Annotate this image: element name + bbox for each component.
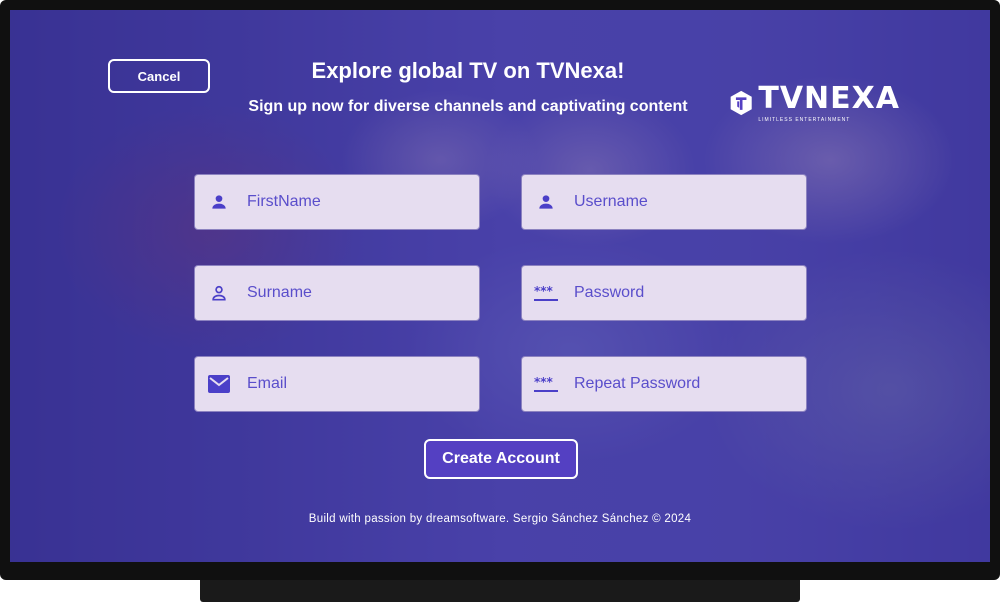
tvnexa-logo-icon — [730, 90, 752, 116]
surname-field[interactable] — [194, 265, 480, 321]
password-icon: *** — [534, 372, 558, 396]
password-icon: *** — [534, 281, 558, 305]
footer-credits: Build with passion by dreamsoftware. Ser… — [308, 513, 692, 525]
surname-input[interactable] — [247, 284, 467, 302]
username-field[interactable] — [521, 174, 807, 230]
person-icon — [534, 190, 558, 214]
page-title: Explore global TV on TVNexa! — [311, 58, 625, 83]
svg-text:***: *** — [534, 375, 554, 389]
mail-icon — [207, 372, 231, 396]
repeat-password-input[interactable] — [574, 375, 794, 393]
tvnexa-logo: TVNEXA LIMITLESS ENTERTAINMENT — [730, 64, 900, 142]
svg-text:***: *** — [534, 284, 554, 298]
page-subtitle: Sign up now for diverse channels and cap… — [248, 98, 688, 115]
person-icon — [207, 190, 231, 214]
email-input[interactable] — [247, 375, 467, 393]
email-field[interactable] — [194, 356, 480, 412]
username-input[interactable] — [574, 193, 794, 211]
create-account-button[interactable]: Create Account — [424, 439, 578, 479]
screen: Cancel Explore global TV on TVNexa! Sign… — [10, 10, 990, 562]
tv-stand — [200, 580, 800, 602]
password-field[interactable]: *** — [521, 265, 807, 321]
logo-tagline: LIMITLESS ENTERTAINMENT — [758, 117, 851, 123]
firstname-field[interactable] — [194, 174, 480, 230]
person-outline-icon — [207, 281, 231, 305]
password-input[interactable] — [574, 284, 794, 302]
firstname-input[interactable] — [247, 193, 467, 211]
tv-frame: Cancel Explore global TV on TVNexa! Sign… — [0, 0, 1000, 580]
logo-name: TVNEXA — [758, 81, 900, 116]
cancel-button[interactable]: Cancel — [108, 59, 210, 93]
repeat-password-field[interactable]: *** — [521, 356, 807, 412]
